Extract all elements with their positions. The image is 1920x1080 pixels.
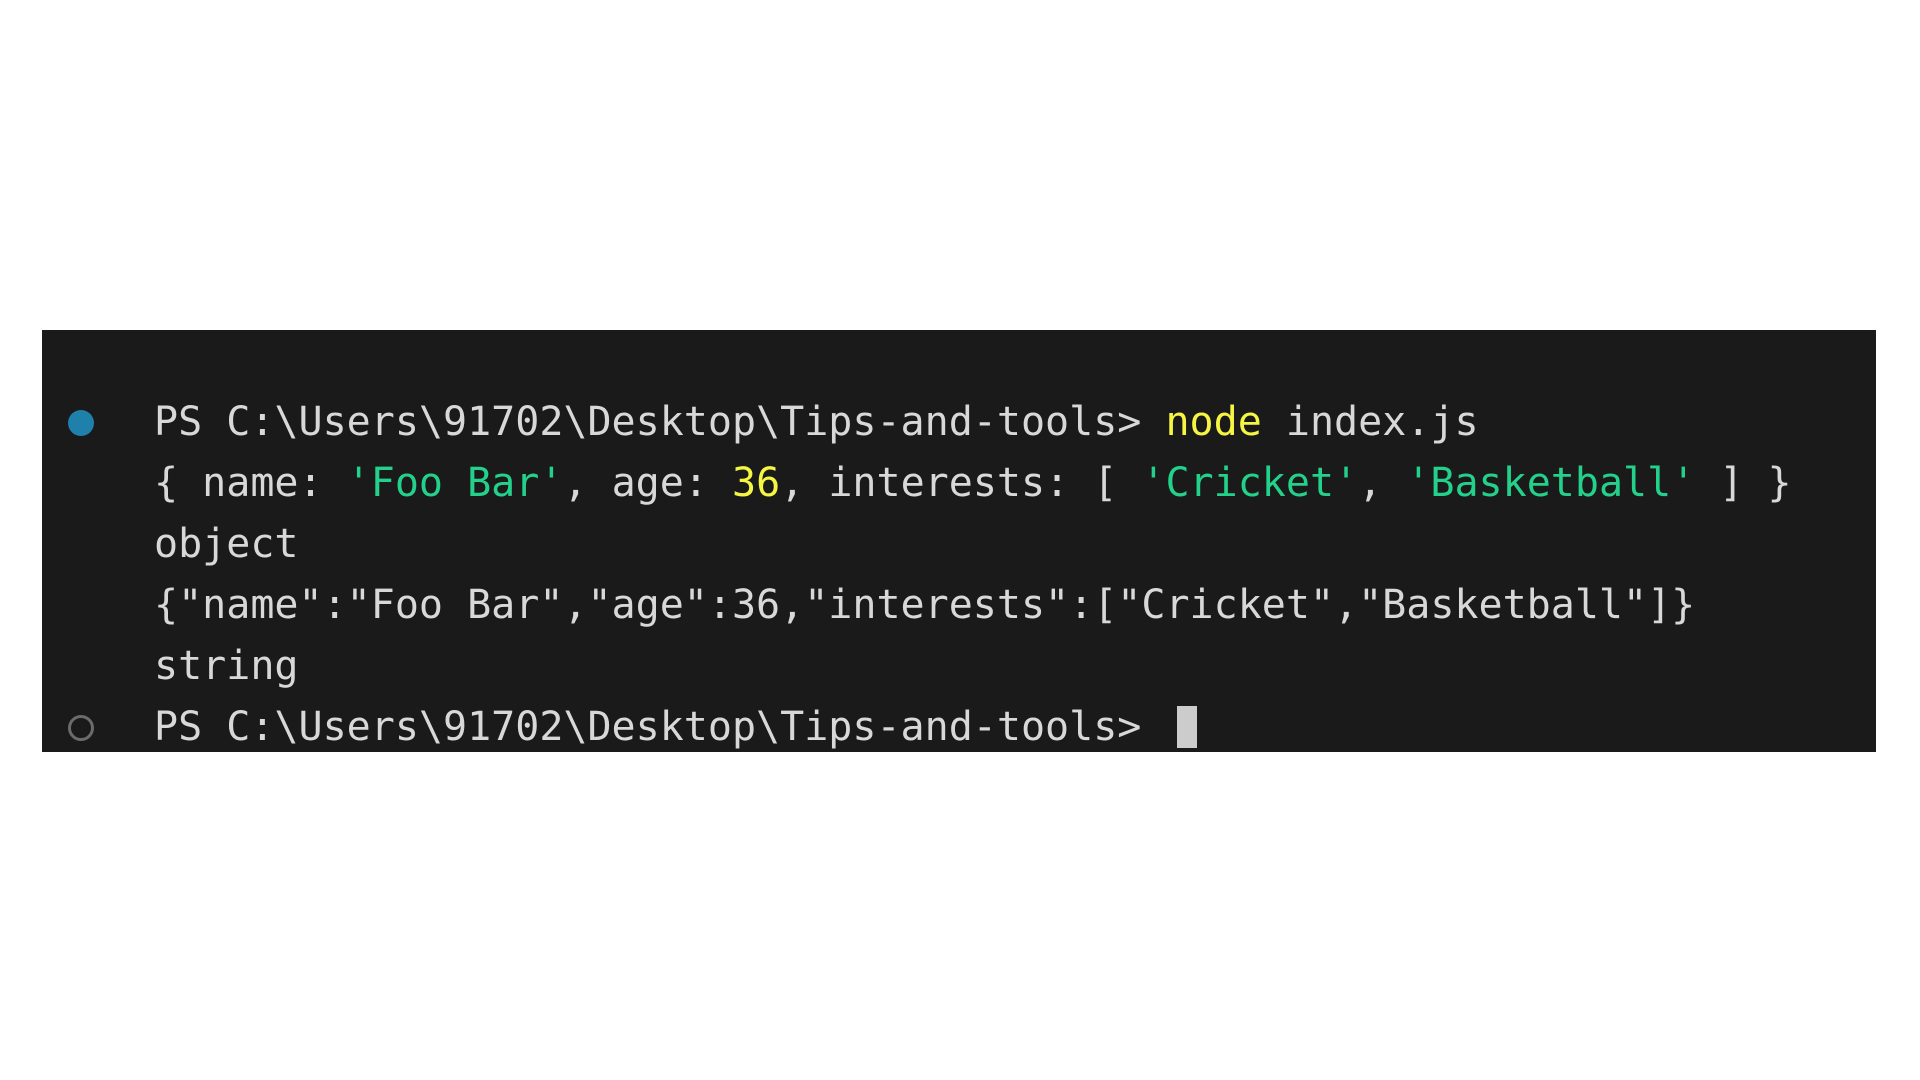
token-default: , age: [563,460,732,506]
line-command: PS C:\Users\91702\Desktop\Tips-and-tools… [42,392,1876,453]
token-number: 36 [731,460,781,506]
line-typeof-object: object [42,514,1876,575]
command-status-active-icon [68,409,94,436]
token-prompt: PS C:\Users\91702\Desktop\Tips-and-tools… [154,399,1166,445]
terminal-panel[interactable]: PS C:\Users\91702\Desktop\Tips-and-tools… [42,330,1876,752]
token-default: ] } [1695,460,1792,506]
token-default: object [154,521,299,567]
command-status-idle-icon [68,714,94,741]
screen: PS C:\Users\91702\Desktop\Tips-and-tools… [0,0,1920,1080]
token-string: 'Basketball' [1406,460,1696,506]
text-cursor [1177,706,1198,748]
line-object-output: { name: 'Foo Bar', age: 36, interests: [… [42,453,1876,514]
terminal-output[interactable]: PS C:\Users\91702\Desktop\Tips-and-tools… [42,330,1876,752]
token-default: {"name":"Foo Bar","age":36,"interests":[… [154,582,1696,628]
token-default: , interests: [ [780,460,1142,506]
token-prompt: PS C:\Users\91702\Desktop\Tips-and-tools… [154,704,1166,750]
token-default: index.js [1261,399,1479,445]
token-cmd: node [1165,399,1262,445]
line-json-output: {"name":"Foo Bar","age":36,"interests":[… [42,575,1876,636]
line-typeof-string: string [42,636,1876,697]
token-string: 'Foo Bar' [346,460,564,506]
token-string: 'Cricket' [1141,460,1359,506]
line-final-prompt: PS C:\Users\91702\Desktop\Tips-and-tools… [42,697,1876,752]
token-default: string [154,643,299,689]
token-default: , [1358,460,1407,506]
token-default: { name: [154,460,347,506]
